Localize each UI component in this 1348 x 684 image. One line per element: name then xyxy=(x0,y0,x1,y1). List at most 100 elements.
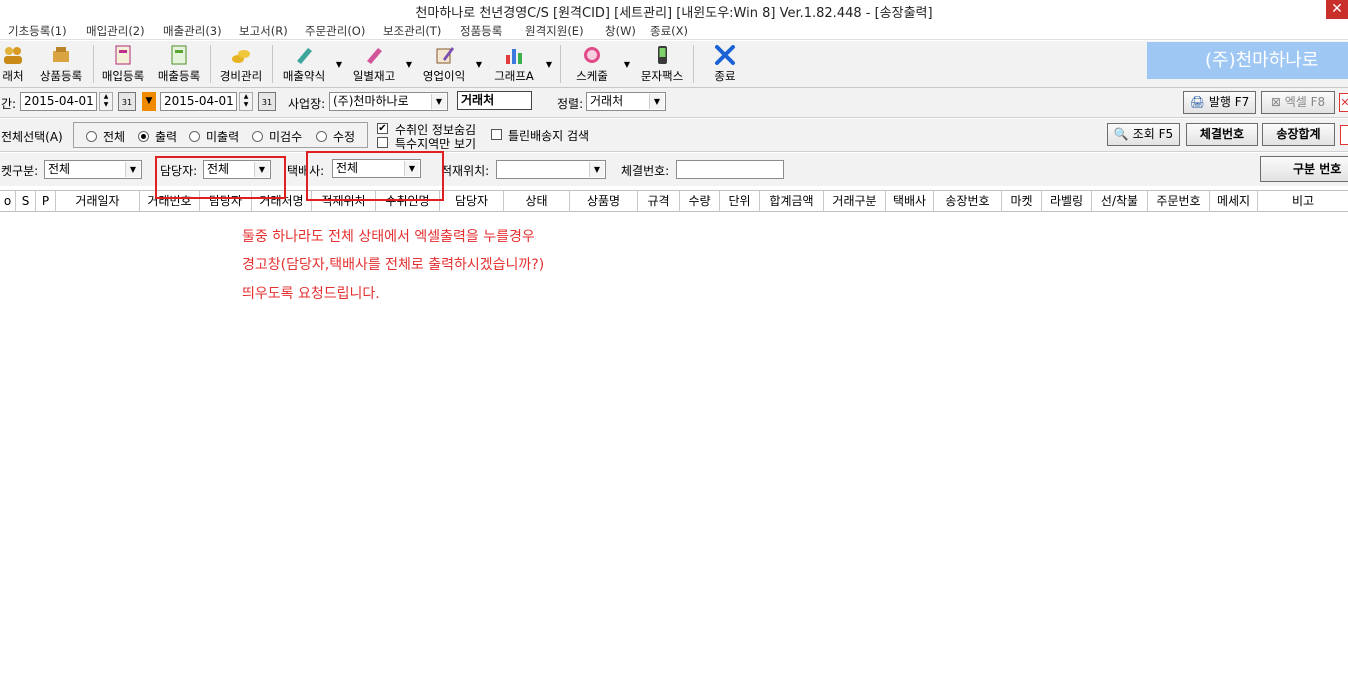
site-label: 사업장: xyxy=(288,97,326,111)
radio-circle[interactable] xyxy=(316,131,327,142)
box-icon xyxy=(53,47,69,62)
toolbar-exit-button[interactable]: 종료 xyxy=(700,43,750,85)
calendar-icon[interactable]: 31 xyxy=(118,92,136,111)
column-header[interactable]: 담당자 xyxy=(440,191,504,212)
menu-item-report[interactable]: 보고서(R) xyxy=(239,23,288,39)
column-header[interactable]: 거래구분 xyxy=(824,191,886,212)
menu-item-remote[interactable]: 원격지원(E) xyxy=(525,23,584,39)
invoice-sum-button[interactable]: 송장합계 xyxy=(1262,123,1335,146)
phone-icon xyxy=(658,46,667,64)
people-icon xyxy=(4,47,22,64)
close-icon[interactable]: ✕ xyxy=(1339,93,1348,112)
site-select[interactable]: (주)천마하나로 ▼ xyxy=(329,92,448,111)
dropdown-arrow-icon[interactable]: ▼ xyxy=(336,60,342,69)
highlight-box-manager xyxy=(155,156,286,199)
radio-circle[interactable] xyxy=(86,131,97,142)
toolbar-purchase-button[interactable]: 매입등록 xyxy=(97,43,149,85)
chevron-down-icon[interactable]: ▼ xyxy=(125,162,140,177)
toolbar-account-button[interactable]: 래처 xyxy=(0,43,30,85)
column-header[interactable]: 택배사 xyxy=(886,191,934,212)
toolbar: 래처 상품등록 매입등록 매출등록 경비관리 매출약식 ▼ 일별재고 ▼ 영업이… xyxy=(0,41,1348,88)
excel-button[interactable]: ⊠ 엑셀 F8 xyxy=(1261,91,1335,114)
column-header[interactable]: 송장번호 xyxy=(934,191,1002,212)
dropdown-arrow-icon[interactable]: ▼ xyxy=(546,60,552,69)
edge-button[interactable] xyxy=(1340,125,1348,145)
date-to-input[interactable]: 2015-04-01 xyxy=(160,92,237,111)
sort-select[interactable]: 거래처 ▼ xyxy=(586,92,666,111)
date-from-spinner[interactable]: ▲ ▼ xyxy=(99,92,113,111)
column-header[interactable]: 상품명 xyxy=(570,191,638,212)
annotation-line-3: 띄우도록 요청드립니다. xyxy=(242,286,380,302)
checkbox-checked[interactable]: ✔ xyxy=(377,123,388,134)
chevron-down-icon[interactable]: ▼ xyxy=(649,94,664,109)
column-header[interactable]: 상태 xyxy=(504,191,570,212)
column-header[interactable]: 거래일자 xyxy=(56,191,140,212)
toolbar-separator xyxy=(210,45,211,83)
sort-label: 정렬: xyxy=(557,97,584,111)
column-header[interactable]: 주문번호 xyxy=(1148,191,1210,212)
column-header[interactable]: 라벨링 xyxy=(1042,191,1092,212)
dropdown-arrow-icon[interactable]: ▼ xyxy=(624,60,630,69)
toolbar-expense-button[interactable]: 경비관리 xyxy=(215,43,267,85)
calendar-icon[interactable]: 31 xyxy=(258,92,276,111)
status-radio-group: 전체 출력 미출력 미검수 수정 xyxy=(73,122,368,148)
menu-item-license[interactable]: 정품등록 xyxy=(460,23,502,39)
checkbox[interactable] xyxy=(377,137,388,148)
select-all-label[interactable]: 전체선택(A) xyxy=(1,128,63,145)
split-number-button[interactable]: 구분 번호 xyxy=(1260,156,1348,182)
column-header[interactable]: 규격 xyxy=(638,191,680,212)
account-input[interactable]: 거래처 xyxy=(457,91,532,110)
menu-item-aux[interactable]: 보조관리(T) xyxy=(383,23,441,39)
dropdown-arrow-icon[interactable]: ▼ xyxy=(476,60,482,69)
column-header[interactable]: S xyxy=(16,191,36,212)
checkbox[interactable] xyxy=(491,129,502,140)
highlight-box-courier xyxy=(306,151,444,201)
radio-circle[interactable] xyxy=(189,131,200,142)
location-label: 적재위치: xyxy=(441,164,490,178)
menu-item-sales[interactable]: 매출관리(3) xyxy=(163,23,222,39)
chevron-down-icon[interactable]: ▼ xyxy=(431,94,446,109)
toolbar-daily-stock-button[interactable]: 일별재고 ▼ xyxy=(348,43,412,85)
menu-item-window[interactable]: 창(W) xyxy=(605,23,636,39)
date-to-spinner[interactable]: ▲ ▼ xyxy=(239,92,253,111)
toolbar-schedule-button[interactable]: 스케줄 ▼ xyxy=(566,43,630,85)
column-header[interactable]: o xyxy=(0,191,16,212)
menu-item-order[interactable]: 주문관리(O) xyxy=(305,23,365,39)
toolbar-sales-button[interactable]: 매출등록 xyxy=(153,43,205,85)
menu-item-exit[interactable]: 종료(X) xyxy=(650,23,688,39)
column-header[interactable]: 마켓 xyxy=(1002,191,1042,212)
toolbar-product-button[interactable]: 상품등록 xyxy=(33,43,89,85)
date-from-input[interactable]: 2015-04-01 xyxy=(20,92,97,111)
period-label: 간: xyxy=(1,97,17,111)
settle-number-label: 체결번호: xyxy=(621,164,670,178)
radio-circle[interactable] xyxy=(252,131,263,142)
location-select[interactable]: ▼ xyxy=(496,160,606,179)
issue-button[interactable]: 🖨 발행 F7 xyxy=(1183,91,1256,114)
date-range-arrow-icon[interactable]: ▼ xyxy=(142,92,156,111)
market-select[interactable]: 전체 ▼ xyxy=(44,160,142,179)
column-header[interactable]: 메세지 xyxy=(1210,191,1258,212)
column-header[interactable]: 비고 xyxy=(1258,191,1348,212)
menu-item-basic[interactable]: 기초등록(1) xyxy=(8,23,67,39)
toolbar-sms-fax-button[interactable]: 문자팩스 xyxy=(636,43,688,85)
toolbar-graph-button[interactable]: 그래프A ▼ xyxy=(488,43,552,85)
filter-row-selection: 전체선택(A) 전체 출력 미출력 미검수 수정 ✔ 수취인 정보숨김 특수지역만… xyxy=(0,119,1348,152)
window-close-button[interactable]: ✕ xyxy=(1326,0,1348,19)
window-title: 천마하나로 천년경영C/S [원격CID] [세트관리] [내윈도우:Win 8… xyxy=(415,6,933,21)
radio-circle-selected[interactable] xyxy=(138,131,149,142)
sort-select-value: 거래처 xyxy=(590,94,624,108)
dropdown-arrow-icon[interactable]: ▼ xyxy=(406,60,412,69)
toolbar-profit-button[interactable]: 영업이익 ▼ xyxy=(418,43,482,85)
column-header[interactable]: 수량 xyxy=(680,191,720,212)
toolbar-quick-sales-button[interactable]: 매출약식 ▼ xyxy=(278,43,342,85)
search-button[interactable]: 🔍 조회 F5 xyxy=(1107,123,1180,146)
column-header[interactable]: 합계금액 xyxy=(760,191,824,212)
settle-number-input[interactable] xyxy=(676,160,784,179)
chevron-down-icon[interactable]: ▼ xyxy=(589,162,604,177)
column-header[interactable]: 단위 xyxy=(720,191,760,212)
column-header[interactable]: P xyxy=(36,191,56,212)
annotation-line-1: 둘중 하나라도 전체 상태에서 엑셀출력을 누를경우 xyxy=(242,229,535,245)
menu-item-purchase[interactable]: 매입관리(2) xyxy=(86,23,145,39)
settle-number-button[interactable]: 체결번호 xyxy=(1186,123,1258,146)
column-header[interactable]: 선/착불 xyxy=(1092,191,1148,212)
